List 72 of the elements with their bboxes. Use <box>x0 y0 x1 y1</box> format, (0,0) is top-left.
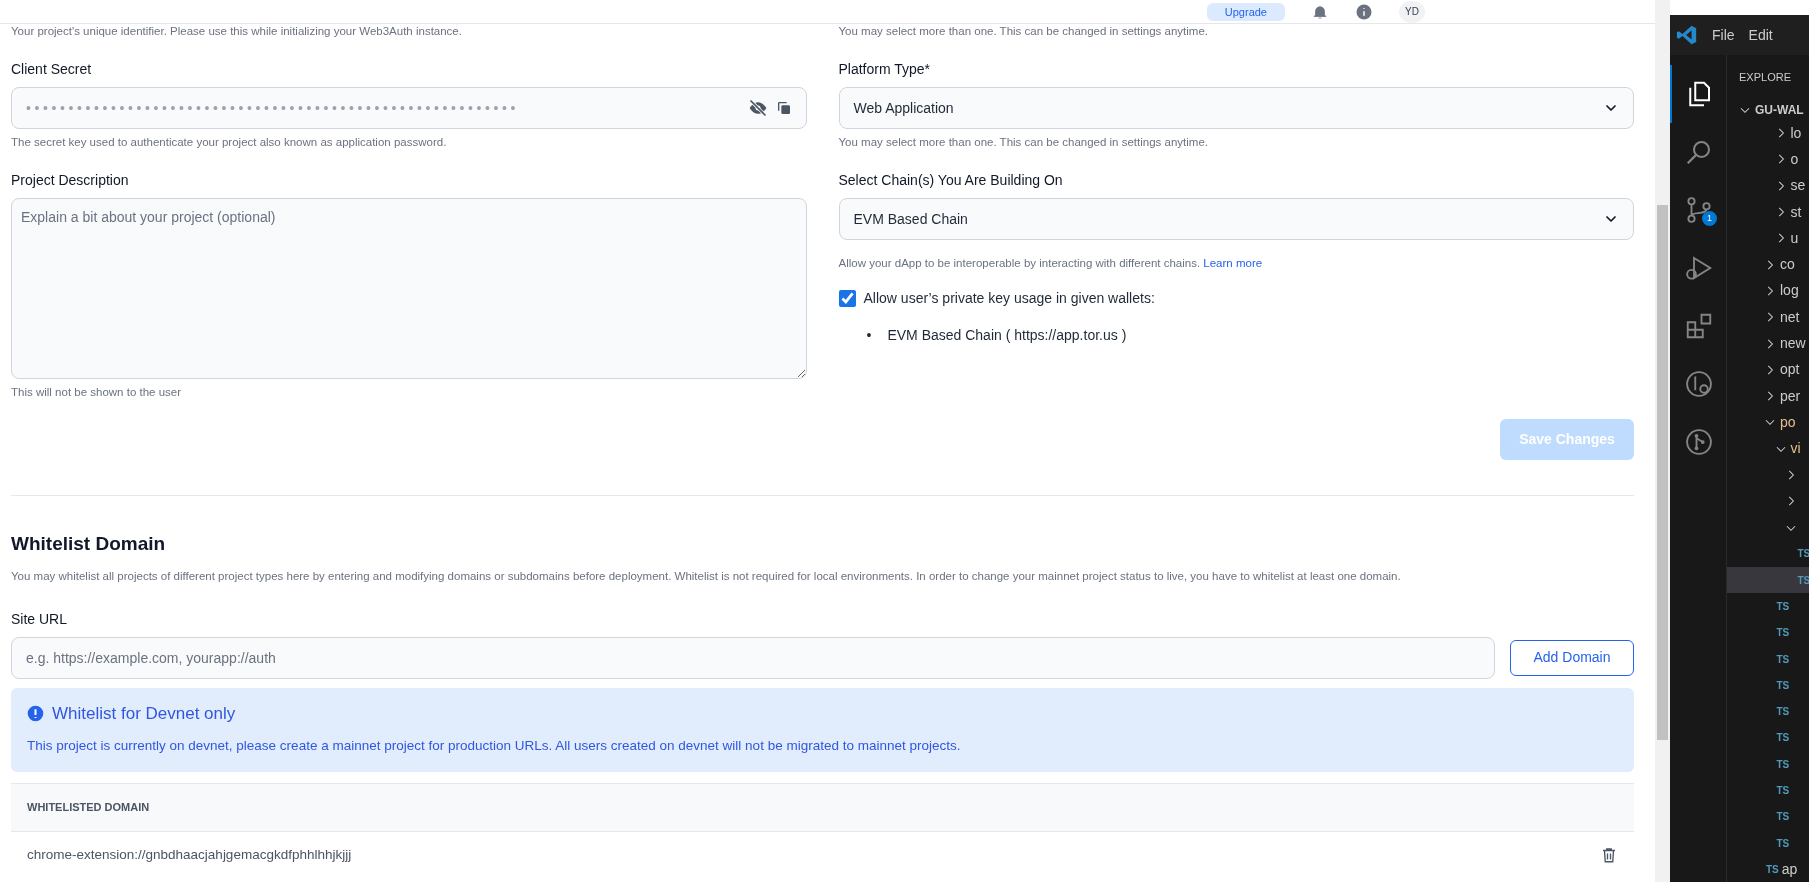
git-graph-icon[interactable] <box>1684 427 1714 457</box>
field-label: Platform Type* <box>838 60 932 78</box>
notification-badge: 1 <box>1702 211 1717 226</box>
column-header: WHITELISTED DOMAIN <box>11 782 1634 832</box>
checkbox-label: Allow user’s private key usage in given wallets: <box>863 289 1155 308</box>
scrollbar-thumb[interactable] <box>1657 205 1668 740</box>
field-hint: Allow your dApp to be interoperable by interacting with different chains. Learn more <box>838 256 1264 270</box>
folder-row[interactable]: lo <box>1727 120 1809 147</box>
file-row[interactable]: TS <box>1727 777 1809 804</box>
file-row[interactable]: TS <box>1727 751 1809 778</box>
panel-title: EXPLORE <box>1738 70 1792 86</box>
folder-row[interactable]: per <box>1727 382 1809 410</box>
file-row[interactable]: TS <box>1727 698 1809 725</box>
table-cell-text: chrome-extension://gnbdhaacjahjgemacgkdfphhlhhjkjjj <box>27 845 352 864</box>
file-row[interactable]: TS <box>1727 540 1809 568</box>
folder-row[interactable]: se <box>1727 172 1809 199</box>
section-heading: Whitelist Domain <box>11 532 167 556</box>
trash-icon[interactable] <box>1600 845 1618 864</box>
masked-secret: •••••••••••••••••••••••••••••••••••••••••••••••••••••••••• <box>26 98 521 118</box>
copy-icon[interactable] <box>775 100 792 116</box>
site-url-field[interactable]: e.g. https://example.com, yourapp://auth <box>11 636 1495 679</box>
folder-row[interactable]: po <box>1727 409 1809 436</box>
add-domain-button[interactable]: Add Domain <box>1510 639 1634 676</box>
source-control-icon[interactable] <box>1684 195 1714 225</box>
menu-item[interactable]: Edit <box>1748 24 1773 46</box>
learn-more-link[interactable]: Learn more <box>1203 257 1263 269</box>
wallet-item: EVM Based Chain ( https://app.tor.us ) <box>887 326 1127 345</box>
field-hint: You may select more than one. This can be changed in settings anytime. <box>838 135 1209 149</box>
folder-row[interactable]: u <box>1727 225 1809 252</box>
field-hint: This will not be shown to the user <box>11 385 183 399</box>
field-label: Project Description <box>11 171 130 189</box>
exclamation-circle-icon <box>27 705 44 722</box>
eye-slash-icon[interactable] <box>747 98 768 118</box>
description-field[interactable]: Explain a bit about your project (optional) <box>11 198 807 379</box>
platform-select[interactable]: Web Application <box>838 87 1634 129</box>
folder-row[interactable]: new <box>1727 330 1809 357</box>
section-description: You may whitelist all projects of different project types here by entering and modifying domains or subdomains before deployment. Whitelist is not required for local environments. In order to change your mainnet project status to live, you have to whitelist at least one domain. <box>11 568 1402 583</box>
field-label: Select Chain(s) You Are Building On <box>838 171 1064 189</box>
folder-row[interactable]: st <box>1727 198 1809 226</box>
folder-row[interactable]: GU-WAL <box>1727 100 1809 120</box>
field-hint: You may select more than one. This can be changed in settings anytime. <box>838 24 1209 38</box>
extensions-icon[interactable] <box>1684 311 1714 341</box>
bullet-marker: • <box>866 326 872 345</box>
info-icon[interactable] <box>1355 2 1373 21</box>
file-row[interactable]: TS <box>1727 567 1809 594</box>
file-row[interactable]: TS <box>1727 830 1809 857</box>
folder-row[interactable]: log <box>1727 277 1809 305</box>
folder-row[interactable]: opt <box>1727 356 1809 383</box>
alert-title: Whitelist for Devnet only <box>52 702 236 725</box>
file-row[interactable]: TS ap <box>1727 856 1809 882</box>
upgrade-button[interactable]: Upgrade <box>1206 2 1285 21</box>
user-avatar[interactable]: YD <box>1399 0 1425 23</box>
alert-message: This project is currently on devnet, please create a mainnet project for production URLs. All users created on devnet will not be migrated to mainnet projects. <box>27 736 962 755</box>
field-hint: Your project's unique identifier. Please use this while initializing your Web3Auth instance. <box>11 24 463 38</box>
folder-row[interactable]: net <box>1727 304 1809 331</box>
field-label: Site URL <box>11 609 69 628</box>
field-label: Client Secret <box>11 60 93 78</box>
menu-item[interactable]: File <box>1712 24 1735 46</box>
file-row[interactable]: TS <box>1727 593 1809 620</box>
file-row[interactable]: TS <box>1727 619 1809 646</box>
file-row[interactable]: TS <box>1727 672 1809 699</box>
field-hint: The secret key used to authenticate your project also known as application password. <box>11 135 448 149</box>
remote-explorer-icon[interactable] <box>1684 369 1714 399</box>
file-row[interactable]: TS <box>1727 803 1809 830</box>
file-row[interactable]: TS <box>1727 645 1809 673</box>
code-editor-logo-icon <box>1676 24 1698 46</box>
folder-row[interactable]: o <box>1727 146 1809 173</box>
folder-row[interactable]: vi <box>1727 435 1809 462</box>
chain-select[interactable]: EVM Based Chain <box>838 198 1634 240</box>
folder-row[interactable]: co <box>1727 251 1809 278</box>
file-row[interactable]: TS <box>1727 724 1809 752</box>
private-key-checkbox[interactable] <box>838 290 856 307</box>
